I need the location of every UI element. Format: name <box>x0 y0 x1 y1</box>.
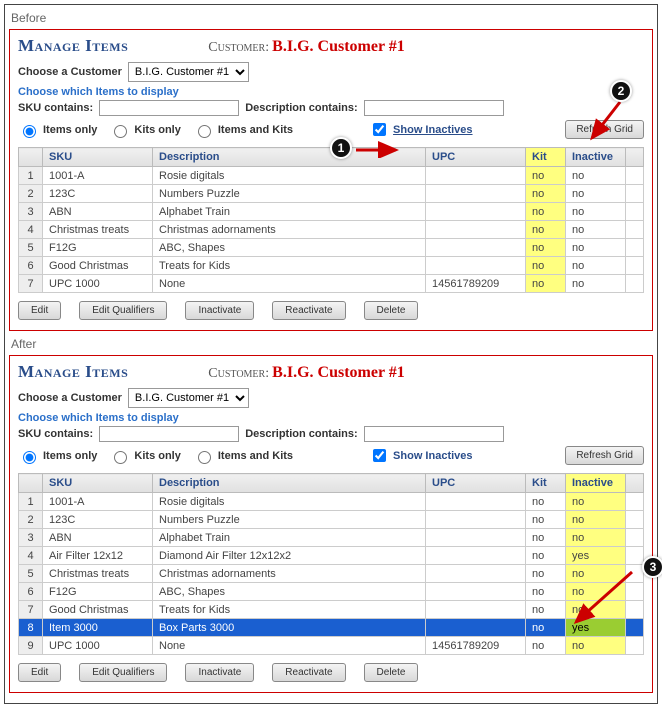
col-sku[interactable]: SKU <box>43 474 153 493</box>
before-panel: Manage Items Customer: B.I.G. Customer #… <box>9 29 653 331</box>
kits-only-label: Kits only <box>134 450 180 462</box>
items-table-before: SKU Description UPC Kit Inactive 11001-A… <box>18 147 644 293</box>
page-title: Manage Items <box>18 36 128 56</box>
customer-select[interactable]: B.I.G. Customer #1 <box>128 62 249 82</box>
edit-qualifiers-button[interactable]: Edit Qualifiers <box>79 663 167 682</box>
desc-contains-input[interactable] <box>364 100 504 116</box>
sku-contains-input[interactable] <box>99 100 239 116</box>
desc-contains-label: Description contains: <box>245 428 357 440</box>
refresh-grid-button[interactable]: Refresh Grid <box>565 120 644 139</box>
show-inactives-checkbox[interactable] <box>373 449 386 462</box>
col-sku[interactable]: SKU <box>43 148 153 167</box>
items-only-radio[interactable] <box>23 125 36 138</box>
table-row[interactable]: 9UPC 1000None14561789209nono <box>19 637 644 655</box>
items-and-kits-radio[interactable] <box>198 451 211 464</box>
show-inactives-checkbox[interactable] <box>373 123 386 136</box>
edit-button[interactable]: Edit <box>18 301 61 320</box>
col-inactive[interactable]: Inactive <box>566 474 626 493</box>
page-title: Manage Items <box>18 362 128 382</box>
col-upc[interactable]: UPC <box>426 148 526 167</box>
refresh-grid-button[interactable]: Refresh Grid <box>565 446 644 465</box>
table-row[interactable]: 3ABNAlphabet Trainnono <box>19 529 644 547</box>
col-upc[interactable]: UPC <box>426 474 526 493</box>
items-only-label: Items only <box>43 124 97 136</box>
delete-button[interactable]: Delete <box>364 301 419 320</box>
delete-button[interactable]: Delete <box>364 663 419 682</box>
callout-3: 3 <box>642 556 662 578</box>
items-and-kits-label: Items and Kits <box>218 124 293 136</box>
edit-qualifiers-button[interactable]: Edit Qualifiers <box>79 301 167 320</box>
choose-items-heading: Choose which Items to display <box>18 412 644 424</box>
table-row[interactable]: 2123CNumbers Puzzlenono <box>19 185 644 203</box>
before-label: Before <box>11 11 653 25</box>
reactivate-button[interactable]: Reactivate <box>272 663 345 682</box>
customer-prefix: Customer: <box>208 366 269 381</box>
after-label: After <box>11 337 653 351</box>
table-row[interactable]: 3ABNAlphabet Trainnono <box>19 203 644 221</box>
table-row[interactable]: 5F12GABC, Shapesnono <box>19 239 644 257</box>
items-only-label: Items only <box>43 450 97 462</box>
show-inactives-label: Show Inactives <box>393 450 472 462</box>
col-kit[interactable]: Kit <box>526 148 566 167</box>
table-row[interactable]: 11001-ARosie digitalsnono <box>19 167 644 185</box>
table-row[interactable]: 7Good ChristmasTreats for Kidsnono <box>19 601 644 619</box>
edit-button[interactable]: Edit <box>18 663 61 682</box>
choose-customer-label: Choose a Customer <box>18 392 122 404</box>
table-row[interactable]: 4Air Filter 12x12Diamond Air Filter 12x1… <box>19 547 644 565</box>
kits-only-radio[interactable] <box>114 125 127 138</box>
desc-contains-label: Description contains: <box>245 102 357 114</box>
choose-customer-label: Choose a Customer <box>18 66 122 78</box>
table-row[interactable]: 8Item 3000Box Parts 3000noyes <box>19 619 644 637</box>
col-kit[interactable]: Kit <box>526 474 566 493</box>
table-row[interactable]: 2123CNumbers Puzzlenono <box>19 511 644 529</box>
sku-contains-input[interactable] <box>99 426 239 442</box>
items-table-after: SKU Description UPC Kit Inactive 11001-A… <box>18 473 644 655</box>
col-desc[interactable]: Description <box>153 474 426 493</box>
reactivate-button[interactable]: Reactivate <box>272 301 345 320</box>
table-row[interactable]: 6F12GABC, Shapesnono <box>19 583 644 601</box>
customer-name: B.I.G. Customer #1 <box>272 38 405 55</box>
kits-only-radio[interactable] <box>114 451 127 464</box>
desc-contains-input[interactable] <box>364 426 504 442</box>
choose-items-heading: Choose which Items to display <box>18 86 644 98</box>
show-inactives-label: Show Inactives <box>393 124 472 136</box>
table-row[interactable]: 6Good ChristmasTreats for Kidsnono <box>19 257 644 275</box>
table-row[interactable]: 4Christmas treatsChristmas adornamentsno… <box>19 221 644 239</box>
callout-2: 2 <box>610 80 632 102</box>
items-only-radio[interactable] <box>23 451 36 464</box>
sku-contains-label: SKU contains: <box>18 102 93 114</box>
col-inactive[interactable]: Inactive <box>566 148 626 167</box>
kits-only-label: Kits only <box>134 124 180 136</box>
items-and-kits-label: Items and Kits <box>218 450 293 462</box>
table-row[interactable]: 7UPC 1000None14561789209nono <box>19 275 644 293</box>
customer-name: B.I.G. Customer #1 <box>272 364 405 381</box>
table-row[interactable]: 11001-ARosie digitalsnono <box>19 493 644 511</box>
table-row[interactable]: 5Christmas treatsChristmas adornamentsno… <box>19 565 644 583</box>
customer-prefix: Customer: <box>208 40 269 55</box>
inactivate-button[interactable]: Inactivate <box>185 663 254 682</box>
items-and-kits-radio[interactable] <box>198 125 211 138</box>
after-panel: Manage Items Customer: B.I.G. Customer #… <box>9 355 653 693</box>
col-desc[interactable]: Description <box>153 148 426 167</box>
customer-select[interactable]: B.I.G. Customer #1 <box>128 388 249 408</box>
sku-contains-label: SKU contains: <box>18 428 93 440</box>
inactivate-button[interactable]: Inactivate <box>185 301 254 320</box>
callout-1: 1 <box>330 137 352 159</box>
